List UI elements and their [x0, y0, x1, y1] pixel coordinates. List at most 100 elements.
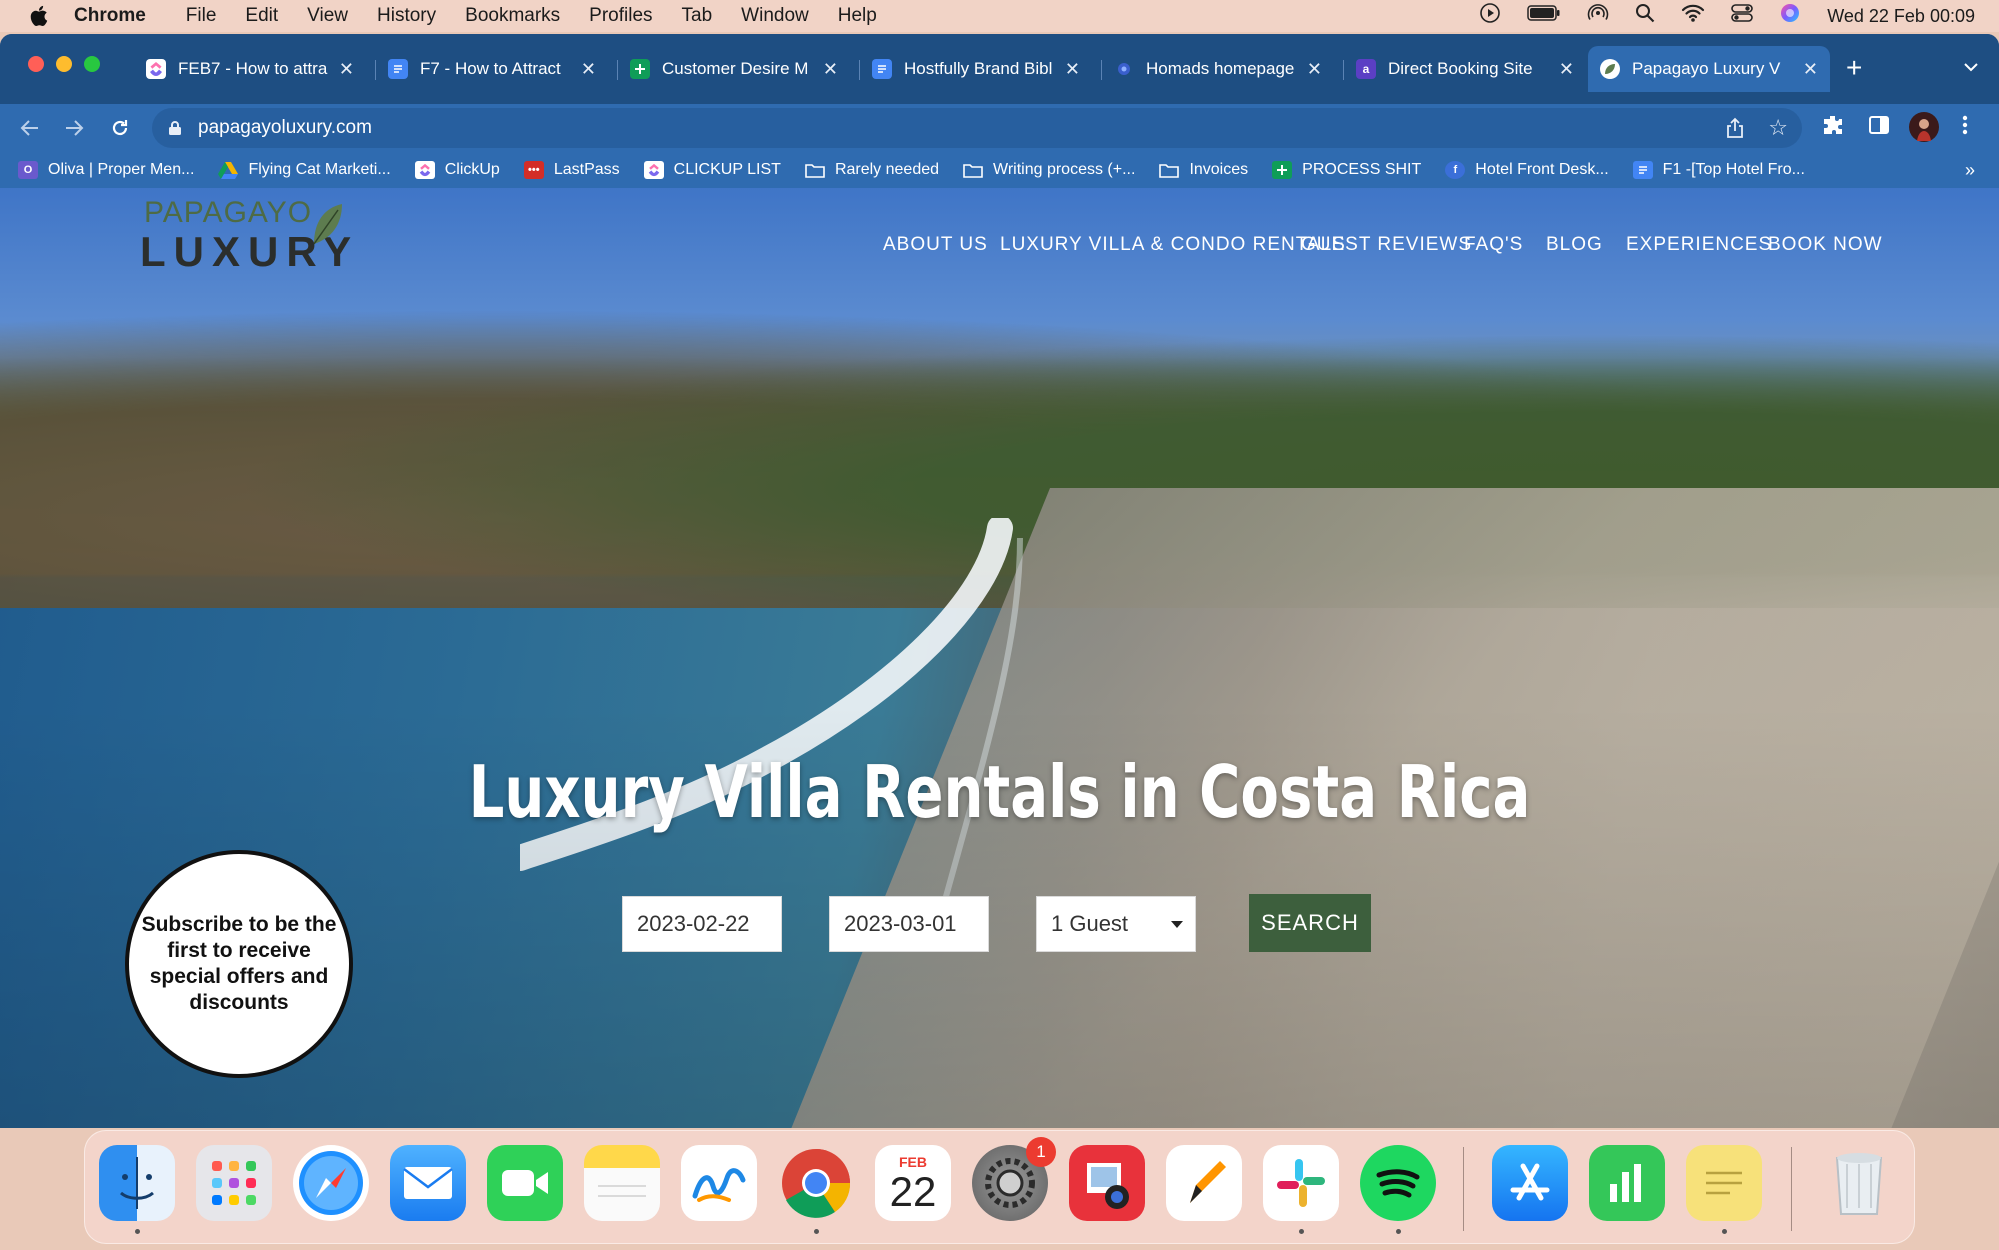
apple-icon[interactable]: [26, 5, 54, 27]
guests-select[interactable]: 1 Guest: [1036, 896, 1196, 952]
address-bar[interactable]: papagayoluxury.com ☆: [152, 108, 1802, 148]
bookmark-lastpass[interactable]: ••• LastPass: [523, 161, 620, 179]
bookmark-process-shit[interactable]: PROCESS SHIT: [1272, 161, 1421, 179]
close-tab-icon[interactable]: ✕: [823, 59, 838, 80]
nav-blog[interactable]: BLOG: [1546, 234, 1603, 256]
forward-button[interactable]: [58, 112, 90, 144]
menu-edit[interactable]: Edit: [245, 5, 278, 27]
bookmark-clickup-list[interactable]: CLICKUP LIST: [643, 161, 781, 179]
google-sheets-icon: [630, 59, 650, 79]
menu-file[interactable]: File: [186, 5, 217, 27]
google-drive-icon: [218, 161, 239, 179]
control-center-icon[interactable]: [1731, 3, 1754, 29]
bookmark-folder-invoices[interactable]: Invoices: [1159, 161, 1248, 179]
notes-icon[interactable]: [584, 1145, 660, 1221]
system-settings-icon[interactable]: 1: [972, 1137, 1056, 1221]
side-panel-icon[interactable]: [1868, 114, 1890, 141]
back-button[interactable]: [14, 112, 46, 144]
launchpad-icon[interactable]: [196, 1145, 272, 1221]
site-logo[interactable]: PAPAGAYO LUXURY: [140, 196, 351, 275]
nav-villa-condo-rentals[interactable]: LUXURY VILLA & CONDO RENTALS: [1000, 234, 1346, 256]
tab-f7[interactable]: F7 - How to Attract ✕: [376, 46, 608, 92]
mail-icon[interactable]: [390, 1145, 466, 1221]
close-tab-icon[interactable]: ✕: [581, 59, 596, 80]
url-text[interactable]: papagayoluxury.com: [198, 117, 372, 139]
slack-icon[interactable]: [1263, 1145, 1339, 1221]
close-tab-icon[interactable]: ✕: [339, 59, 354, 80]
menu-window[interactable]: Window: [741, 5, 809, 27]
calendar-icon[interactable]: FEB 22: [875, 1145, 951, 1221]
close-tab-icon[interactable]: ✕: [1065, 59, 1080, 80]
facetime-icon[interactable]: [487, 1145, 563, 1221]
bookmark-star-icon[interactable]: ☆: [1768, 115, 1788, 141]
pages-icon[interactable]: [1166, 1145, 1242, 1221]
tab-direct-booking[interactable]: a Direct Booking Site ✕: [1344, 46, 1586, 92]
bookmark-clickup[interactable]: ClickUp: [414, 161, 500, 179]
nav-guest-reviews[interactable]: GUEST REVIEWS: [1301, 234, 1472, 256]
checkout-date-input[interactable]: 2023-03-01: [829, 896, 989, 952]
stickies-icon[interactable]: [1686, 1145, 1762, 1221]
bookmark-folder-rarely-needed[interactable]: Rarely needed: [805, 161, 939, 179]
siri-icon[interactable]: [1779, 2, 1801, 30]
nav-book-now[interactable]: BOOK NOW: [1768, 234, 1883, 256]
tab-customer-desire[interactable]: Customer Desire M ✕: [618, 46, 850, 92]
subscribe-popup-button[interactable]: Subscribe to be the first to receive spe…: [125, 850, 353, 1078]
search-button[interactable]: SEARCH: [1249, 894, 1371, 952]
chrome-icon[interactable]: [778, 1145, 854, 1221]
chrome-menu-icon[interactable]: [1962, 114, 1968, 141]
safari-icon[interactable]: [293, 1145, 369, 1221]
finder-icon[interactable]: [99, 1145, 175, 1221]
reload-button[interactable]: [104, 112, 136, 144]
menu-profiles[interactable]: Profiles: [589, 5, 652, 27]
photo-booth-icon[interactable]: [1069, 1145, 1145, 1221]
extensions-icon[interactable]: [1822, 114, 1844, 141]
new-tab-button[interactable]: +: [1846, 52, 1862, 84]
tab-feb7[interactable]: FEB7 - How to attra ✕: [134, 46, 366, 92]
close-window-button[interactable]: [28, 56, 44, 72]
menu-view[interactable]: View: [307, 5, 348, 27]
spotlight-search-icon[interactable]: [1635, 3, 1655, 29]
wifi-icon[interactable]: [1681, 3, 1705, 29]
zoom-window-button[interactable]: [84, 56, 100, 72]
lock-icon[interactable]: [168, 120, 182, 136]
freeform-icon[interactable]: [681, 1145, 757, 1221]
bookmark-flying-cat[interactable]: Flying Cat Marketi...: [218, 161, 391, 179]
menu-tab[interactable]: Tab: [682, 5, 713, 27]
spotify-icon[interactable]: [1360, 1145, 1436, 1221]
bookmark-folder-writing-process[interactable]: Writing process (+...: [963, 161, 1135, 179]
menu-history[interactable]: History: [377, 5, 436, 27]
nav-about-us[interactable]: ABOUT US: [883, 234, 988, 256]
macos-menu-bar: Chrome File Edit View History Bookmarks …: [0, 0, 1999, 32]
battery-icon[interactable]: [1527, 4, 1561, 28]
clickup-icon: [146, 59, 166, 79]
menu-clock[interactable]: Wed 22 Feb 00:09: [1827, 6, 1975, 27]
bookmark-hotel-front-desk[interactable]: f Hotel Front Desk...: [1445, 161, 1609, 179]
profile-avatar[interactable]: [1908, 111, 1940, 148]
tab-hostfully[interactable]: Hostfully Brand Bibl ✕: [860, 46, 1092, 92]
close-tab-icon[interactable]: ✕: [1559, 59, 1574, 80]
bookmark-f1-top-hotel[interactable]: F1 -[Top Hotel Fro...: [1632, 161, 1805, 179]
menu-bookmarks[interactable]: Bookmarks: [465, 5, 560, 27]
close-tab-icon[interactable]: ✕: [1803, 59, 1818, 80]
airdrop-icon[interactable]: [1587, 2, 1609, 30]
tab-papagayo-active[interactable]: Papagayo Luxury V ✕: [1588, 46, 1830, 92]
checkin-date-input[interactable]: 2023-02-22: [622, 896, 782, 952]
app-store-icon[interactable]: [1492, 1145, 1568, 1221]
numbers-icon[interactable]: [1589, 1145, 1665, 1221]
bookmark-label: ClickUp: [444, 161, 500, 178]
tab-search-chevron-icon[interactable]: [1963, 56, 1979, 77]
bookmark-oliva[interactable]: O Oliva | Proper Men...: [18, 161, 194, 179]
tab-homads[interactable]: Homads homepage ✕: [1102, 46, 1334, 92]
subscribe-text: Subscribe to be the first to receive spe…: [141, 913, 337, 1014]
running-indicator: [1396, 1229, 1401, 1234]
minimize-window-button[interactable]: [56, 56, 72, 72]
nav-faqs[interactable]: FAQ'S: [1464, 234, 1523, 256]
share-icon[interactable]: [1726, 117, 1744, 144]
nav-experiences[interactable]: EXPERIENCES: [1626, 234, 1772, 256]
trash-icon[interactable]: [1821, 1145, 1897, 1221]
menu-help[interactable]: Help: [838, 5, 877, 27]
close-tab-icon[interactable]: ✕: [1307, 59, 1322, 80]
play-icon[interactable]: [1479, 2, 1501, 30]
more-bookmarks-chevron-icon[interactable]: »: [1965, 160, 1975, 181]
menu-app-name[interactable]: Chrome: [74, 5, 146, 27]
